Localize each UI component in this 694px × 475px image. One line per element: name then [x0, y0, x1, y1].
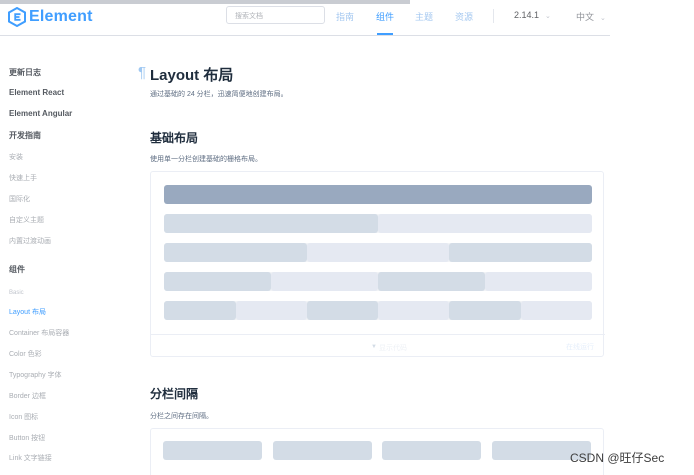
nav-component[interactable]: 组件 — [376, 10, 394, 23]
grid-col — [271, 272, 378, 291]
grid-col — [236, 301, 307, 320]
heading-anchor-link[interactable]: ¶ — [138, 64, 146, 81]
grid-row-span-4 — [164, 301, 592, 320]
grid-col — [307, 301, 378, 320]
nav-theme[interactable]: 主题 — [415, 10, 433, 23]
sidebar-item-color[interactable]: Color 色彩 — [9, 349, 42, 359]
run-online-button[interactable]: 在线运行 — [566, 342, 594, 352]
sidebar-item-element-angular[interactable]: Element Angular — [9, 109, 72, 118]
language-dropdown[interactable]: 中文 ⌄ — [576, 10, 606, 23]
section-title-basic-layout: 基础布局 — [150, 131, 199, 145]
show-code-toggle[interactable]: 显示代码 — [379, 343, 407, 353]
grid-col — [382, 441, 481, 460]
version-dropdown[interactable]: 2.14.1 ⌄ — [514, 10, 551, 20]
sidebar-item-typography[interactable]: Typography 字体 — [9, 370, 62, 380]
site-header: Element 搜索文档 指南 组件 主题 资源 2.14.1 ⌄ 中文 ⌄ — [0, 0, 610, 36]
sidebar-item-layout[interactable]: Layout 布局 — [9, 307, 46, 317]
section-title-gutter: 分栏间隔 — [150, 387, 199, 401]
sidebar-item-link[interactable]: Link 文字链接 — [9, 453, 52, 463]
chevron-down-icon: ⌄ — [600, 15, 606, 22]
grid-col — [164, 272, 271, 291]
language-label: 中文 — [576, 12, 595, 22]
section-description-gutter: 分栏之间存在间隔。 — [150, 413, 213, 420]
version-label: 2.14.1 — [514, 10, 540, 20]
grid-col — [378, 214, 592, 233]
grid-row-span-12 — [164, 214, 592, 233]
demo-control-bar[interactable]: ▼ 显示代码 在线运行 — [151, 334, 605, 357]
grid-col — [521, 301, 592, 320]
sidebar-item-transition[interactable]: 内置过渡动画 — [9, 236, 51, 246]
grid-col — [164, 243, 307, 262]
sidebar-item-element-react[interactable]: Element React — [9, 88, 64, 97]
grid-row-span-24 — [164, 185, 592, 204]
sidebar-item-custom-theme[interactable]: 自定义主题 — [9, 215, 44, 225]
sidebar-item-icon[interactable]: Icon 图标 — [9, 412, 38, 422]
chevron-down-icon: ⌄ — [545, 13, 551, 20]
nav-divider — [493, 9, 494, 23]
grid-col — [307, 243, 449, 262]
sidebar-item-changelog[interactable]: 更新日志 — [9, 67, 41, 78]
sidebar-group-basic: Basic — [9, 290, 24, 296]
grid-col — [163, 441, 262, 460]
sidebar-item-container[interactable]: Container 布局容器 — [9, 328, 69, 338]
nav-active-indicator — [377, 33, 393, 35]
grid-col — [164, 214, 378, 233]
grid-row-span-8 — [164, 243, 592, 262]
element-logo-icon — [8, 6, 26, 28]
watermark: CSDN @旺仔Sec — [570, 451, 665, 465]
demo-block-basic-layout: ▼ 显示代码 在线运行 — [150, 171, 605, 357]
section-description-basic-layout: 使用单一分栏创建基础的栅格布局。 — [150, 156, 262, 163]
page-title: Layout 布局 — [150, 67, 234, 84]
sidebar-group-components: 组件 — [9, 265, 25, 274]
grid-col — [378, 301, 449, 320]
grid-row-span-6 — [164, 272, 592, 291]
nav-guide[interactable]: 指南 — [336, 10, 354, 23]
caret-down-icon: ▼ — [371, 344, 377, 350]
sidebar-item-quickstart[interactable]: 快速上手 — [9, 173, 37, 183]
nav-resource[interactable]: 资源 — [455, 10, 473, 23]
grid-col — [378, 272, 485, 291]
logo-text: Element — [29, 8, 93, 25]
grid-col — [273, 441, 372, 460]
search-input[interactable]: 搜索文档 — [226, 6, 325, 24]
grid-col — [164, 301, 236, 320]
sidebar-item-border[interactable]: Border 边框 — [9, 391, 46, 401]
site-logo[interactable]: Element — [8, 6, 93, 28]
sidebar-item-install[interactable]: 安装 — [9, 152, 23, 162]
grid-col — [449, 243, 592, 262]
page-description: 通过基础的 24 分栏，迅速简便地创建布局。 — [150, 91, 288, 98]
grid-col — [449, 301, 521, 320]
sidebar-item-button[interactable]: Button 按钮 — [9, 433, 45, 443]
sidebar-group-dev-guide: 开发指南 — [9, 131, 41, 140]
grid-col — [485, 272, 592, 291]
sidebar-item-i18n[interactable]: 国际化 — [9, 194, 30, 204]
grid-col — [164, 185, 592, 204]
